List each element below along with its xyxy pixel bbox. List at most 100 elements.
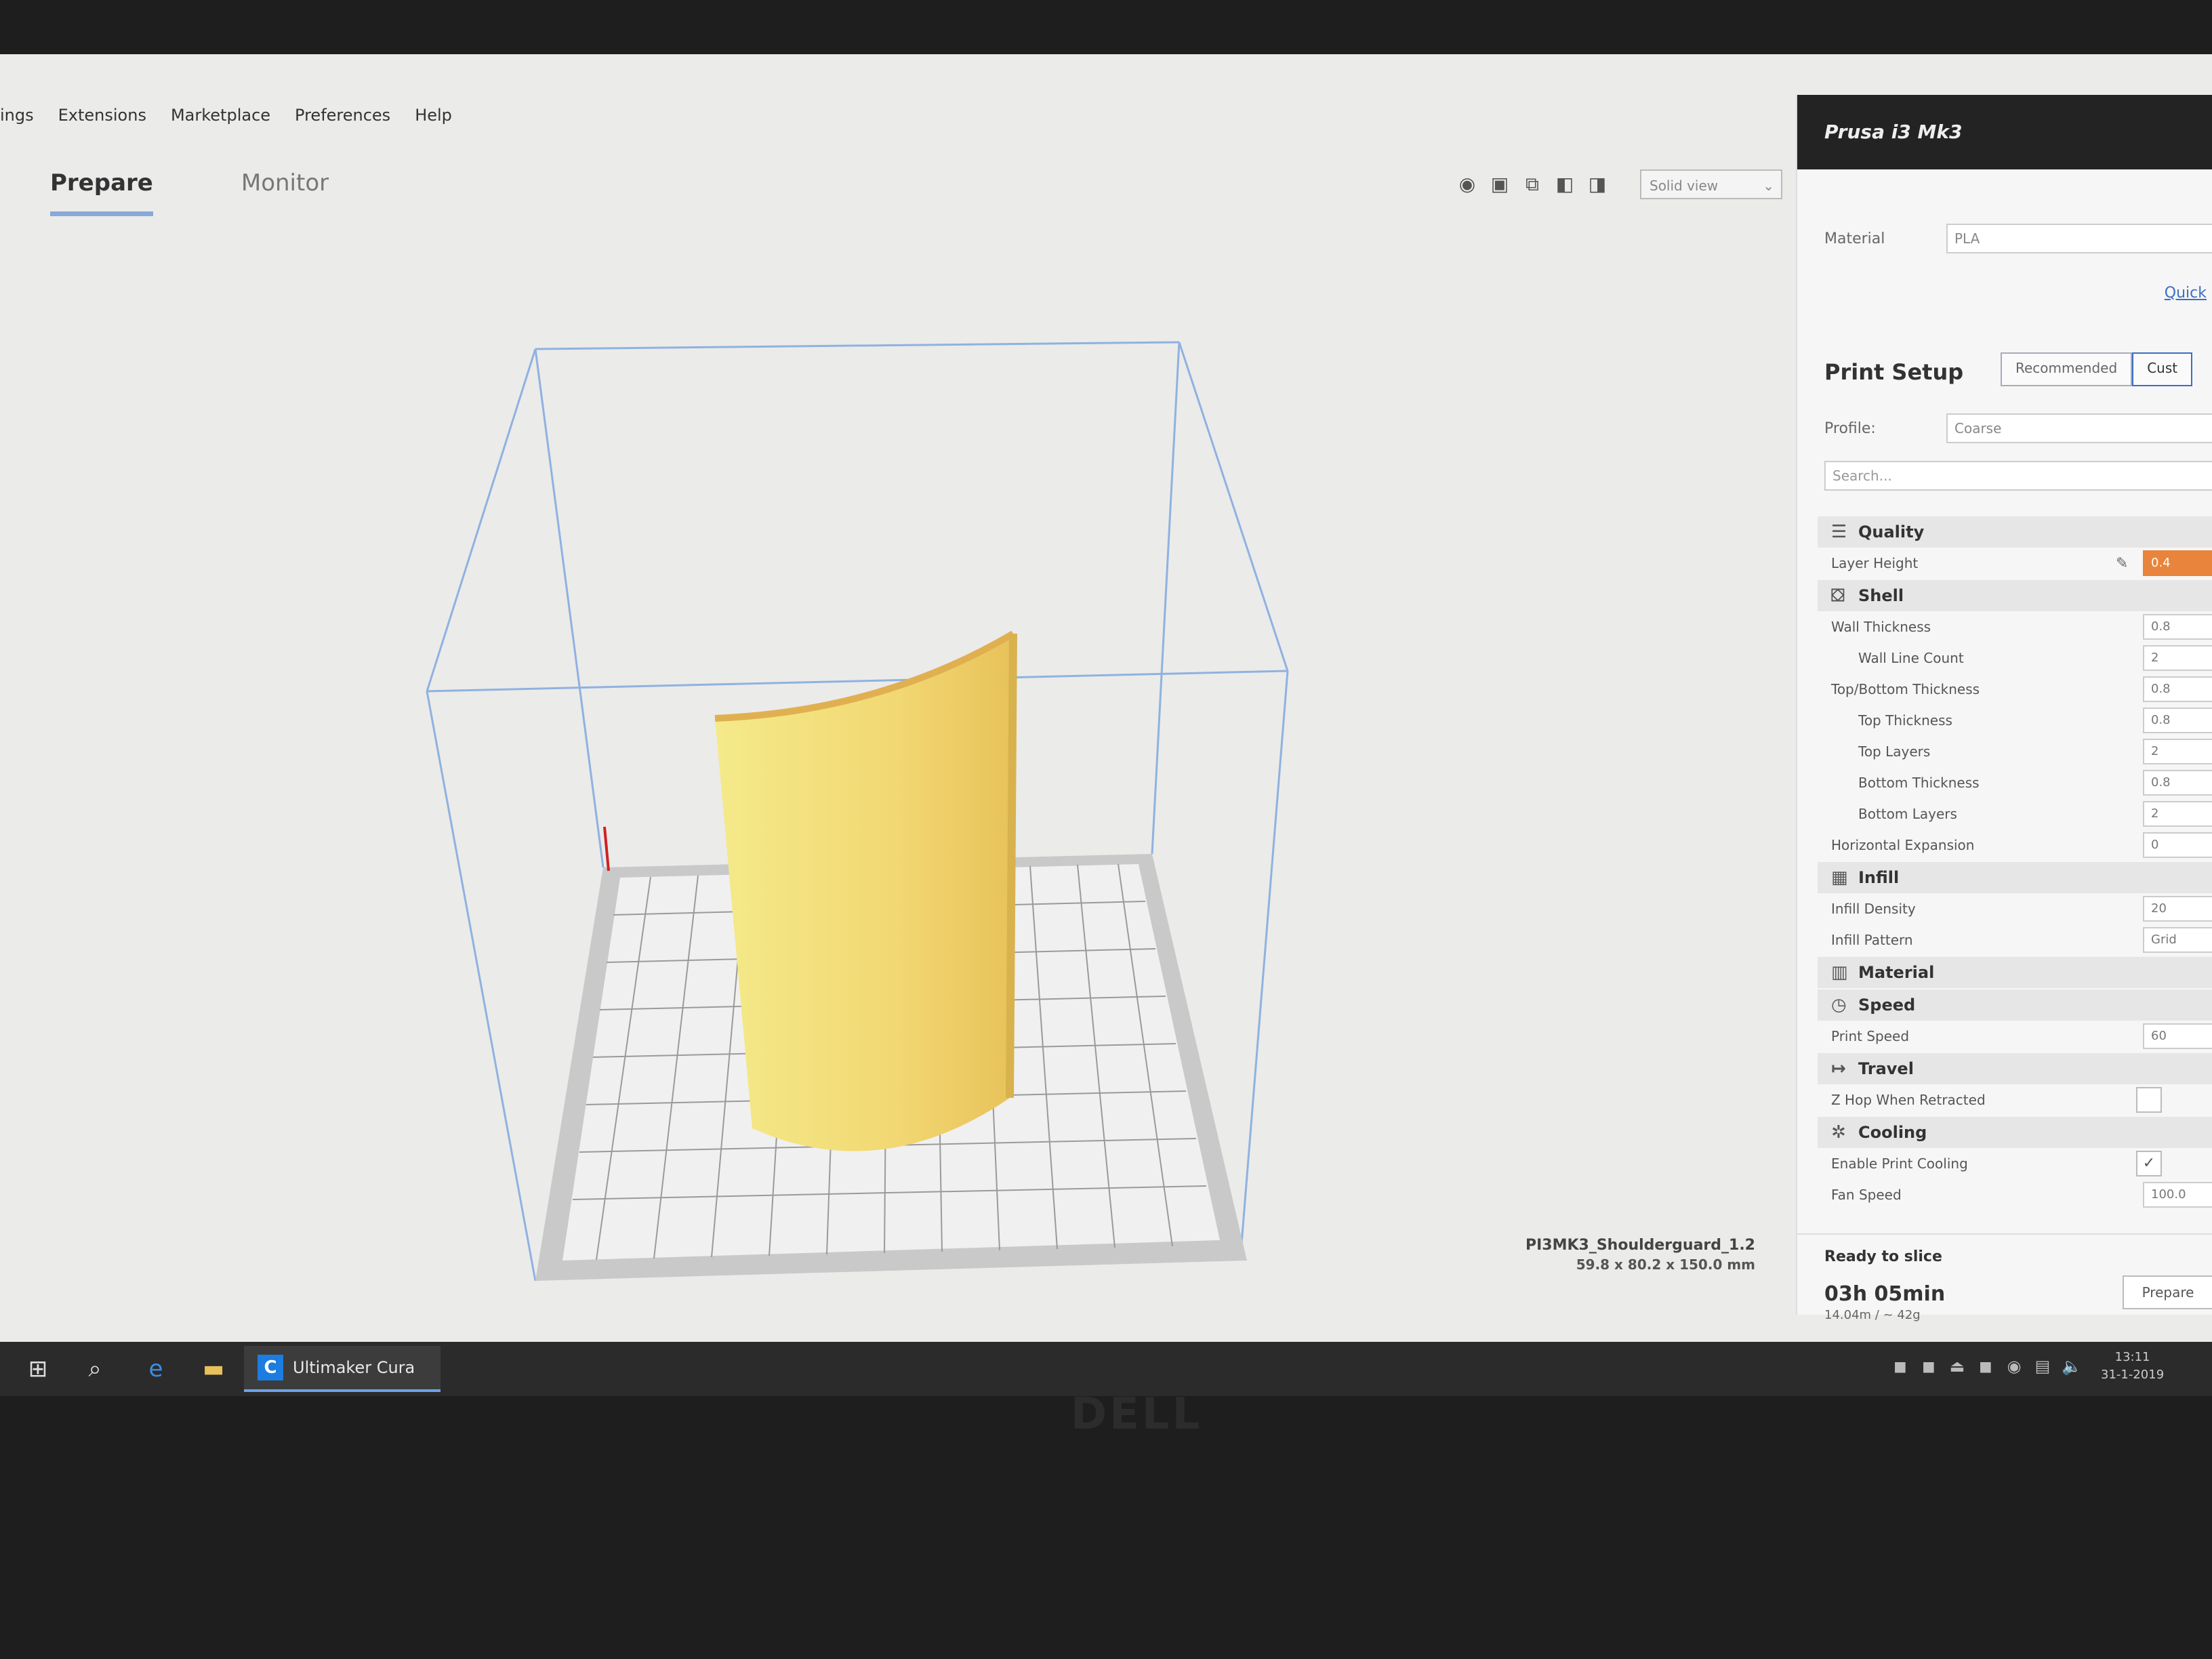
quality-icon: ☰ [1831, 522, 1847, 542]
material-icon: ▥ [1831, 962, 1848, 983]
wall-line-count-input[interactable]: 2 [2143, 645, 2212, 671]
setting-bottom-thickness: Bottom Thickness 0.8 [1818, 767, 2212, 798]
folder-icon[interactable]: ▬ [200, 1355, 227, 1382]
menu-preferences[interactable]: Preferences [295, 106, 390, 125]
speed-icon: ◷ [1831, 995, 1847, 1015]
tab-prepare[interactable]: Prepare [50, 169, 153, 216]
stage-tabs: Prepare Monitor [50, 169, 329, 216]
setting-top-bottom-thickness: Top/Bottom Thickness 0.8 [1818, 674, 2212, 705]
settings-search-input[interactable]: Search... [1824, 461, 2212, 491]
view-top-icon[interactable]: ⧉ [1522, 174, 1542, 194]
tab-monitor[interactable]: Monitor [241, 169, 329, 216]
setting-top-thickness: Top Thickness 0.8 [1818, 705, 2212, 736]
top-thickness-input[interactable]: 0.8 [2143, 708, 2212, 733]
view-3d-icon[interactable]: ◉ [1457, 174, 1477, 194]
clock-time: 13:11 [2114, 1350, 2150, 1364]
mode-recommended-button[interactable]: Recommended [2001, 352, 2133, 386]
menu-extensions[interactable]: Extensions [58, 106, 146, 125]
setting-wall-line-count: Wall Line Count 2 [1818, 642, 2212, 674]
windows-start-icon[interactable]: ⊞ [24, 1355, 52, 1382]
taskbar-app-label: Ultimaker Cura [293, 1358, 415, 1377]
build-volume-viewport[interactable] [0, 230, 1796, 1349]
horizontal-expansion-input[interactable]: 0 [2143, 832, 2212, 858]
slice-panel: Ready to slice 03h 05min 14.04m / ~ 42g … [1797, 1233, 2212, 1322]
browser-icon[interactable]: e [142, 1355, 169, 1382]
top-layers-input[interactable]: 2 [2143, 739, 2212, 764]
search-icon[interactable]: ⌕ [81, 1355, 108, 1382]
chevron-down-icon: ⌄ [1763, 178, 1774, 194]
fan-speed-input[interactable]: 100.0 [2143, 1182, 2212, 1208]
tray-app-icon[interactable]: ◼ [1919, 1353, 1938, 1380]
profile-label: Profile: [1824, 419, 1876, 437]
slice-status: Ready to slice [1824, 1248, 1942, 1265]
travel-icon: ↦ [1831, 1059, 1846, 1079]
category-material[interactable]: ▥ Material [1818, 957, 2212, 988]
pencil-icon[interactable]: ✎ [2116, 555, 2128, 572]
category-quality[interactable]: ☰ Quality [1818, 516, 2212, 548]
bottom-thickness-input[interactable]: 0.8 [2143, 770, 2212, 796]
enable-cooling-checkbox[interactable]: ✓ [2136, 1151, 2162, 1176]
setting-fan-speed: Fan Speed 100.0 [1818, 1179, 2212, 1210]
cura-logo-icon: C [258, 1355, 283, 1380]
printer-selector[interactable]: Prusa i3 Mk3 [1797, 95, 2212, 169]
z-hop-checkbox[interactable] [2136, 1087, 2162, 1113]
material-label: Material [1824, 230, 1885, 247]
shell-icon: ⛋ [1831, 585, 1845, 606]
view-front-icon[interactable]: ▣ [1490, 174, 1510, 194]
category-speed[interactable]: ◷ Speed [1818, 989, 2212, 1021]
taskbar-app-cura[interactable]: C Ultimaker Cura [244, 1346, 441, 1392]
prepare-button[interactable]: Prepare [2123, 1275, 2212, 1309]
menu-marketplace[interactable]: Marketplace [171, 106, 270, 125]
setting-top-layers: Top Layers 2 [1818, 736, 2212, 767]
usb-icon[interactable]: ⏏ [1948, 1353, 1967, 1380]
category-infill[interactable]: ▦ Infill [1818, 862, 2212, 893]
print-setup-title: Print Setup [1824, 359, 1964, 385]
infill-density-input[interactable]: 20 [2143, 896, 2212, 922]
system-tray: ◼ ◼ ⏏ ◼ ◉ ▤ 🔈 [1891, 1353, 2082, 1380]
view-right-icon[interactable]: ◨ [1587, 174, 1607, 194]
category-shell[interactable]: ⛋ Shell [1818, 580, 2212, 611]
material-usage: 14.04m / ~ 42g [1824, 1308, 1921, 1322]
category-travel[interactable]: ↦ Travel [1818, 1053, 2212, 1084]
view-toolbar: ◉ ▣ ⧉ ◧ ◨ Solid view ⌄ [1457, 169, 1782, 199]
setup-mode-toggle: Recommended Cust [2001, 352, 2193, 386]
clock-date: 31-1-2019 [2101, 1368, 2165, 1382]
tray-app-icon[interactable]: ◼ [1891, 1353, 1910, 1380]
setting-enable-cooling: Enable Print Cooling ✓ [1818, 1148, 2212, 1179]
taskbar-clock[interactable]: 13:11 31-1-2019 [2101, 1349, 2164, 1384]
network-icon[interactable]: ▤ [2033, 1353, 2052, 1380]
view-mode-select[interactable]: Solid view ⌄ [1640, 169, 1782, 199]
bottom-layers-input[interactable]: 2 [2143, 801, 2212, 827]
setting-infill-density: Infill Density 20 [1818, 893, 2212, 924]
setting-infill-pattern: Infill Pattern Grid [1818, 924, 2212, 956]
settings-sidebar: Prusa i3 Mk3 Material PLA Quick Print Se… [1796, 95, 2212, 1322]
top-bottom-thickness-input[interactable]: 0.8 [2143, 676, 2212, 702]
menu-help[interactable]: Help [415, 106, 452, 125]
print-time: 03h 05min [1824, 1282, 1946, 1306]
tray-app-icon[interactable]: ◉ [2005, 1353, 2024, 1380]
monitor-brand-logo: DELL [1071, 1389, 1203, 1439]
layer-height-input[interactable]: 0.4 [2143, 550, 2212, 576]
profile-row: Profile: Coarse [1824, 413, 2212, 443]
taskbar: ⊞ ⌕ e ▬ C Ultimaker Cura ◼ ◼ ⏏ ◼ ◉ ▤ 🔈 1… [0, 1342, 2212, 1396]
screen: ings Extensions Marketplace Preferences … [0, 54, 2212, 1396]
model-info: PI3MK3_Shoulderguard_1.2 59.8 x 80.2 x 1… [1443, 1237, 1755, 1273]
setting-print-speed: Print Speed 60 mm [1818, 1021, 2212, 1052]
print-speed-input[interactable]: 60 [2143, 1023, 2212, 1049]
profile-select[interactable]: Coarse [1946, 413, 2212, 443]
model-shoulderguard[interactable] [714, 630, 1017, 1151]
material-row: Material PLA [1824, 224, 2212, 253]
mode-custom-button[interactable]: Cust [2132, 352, 2193, 386]
tray-app-icon[interactable]: ◼ [1976, 1353, 1995, 1380]
setting-z-hop: Z Hop When Retracted [1818, 1084, 2212, 1115]
wall-thickness-input[interactable]: 0.8 [2143, 614, 2212, 640]
menubar: ings Extensions Marketplace Preferences … [0, 95, 1789, 136]
infill-pattern-select[interactable]: Grid [2143, 927, 2212, 953]
view-left-icon[interactable]: ◧ [1555, 174, 1575, 194]
material-select[interactable]: PLA [1946, 224, 2212, 253]
setting-horizontal-expansion: Horizontal Expansion 0 [1818, 830, 2212, 861]
menu-settings[interactable]: ings [0, 106, 34, 125]
quick-link[interactable]: Quick [2165, 285, 2207, 302]
volume-icon[interactable]: 🔈 [2062, 1353, 2082, 1380]
category-cooling[interactable]: ✲ Cooling [1818, 1117, 2212, 1148]
